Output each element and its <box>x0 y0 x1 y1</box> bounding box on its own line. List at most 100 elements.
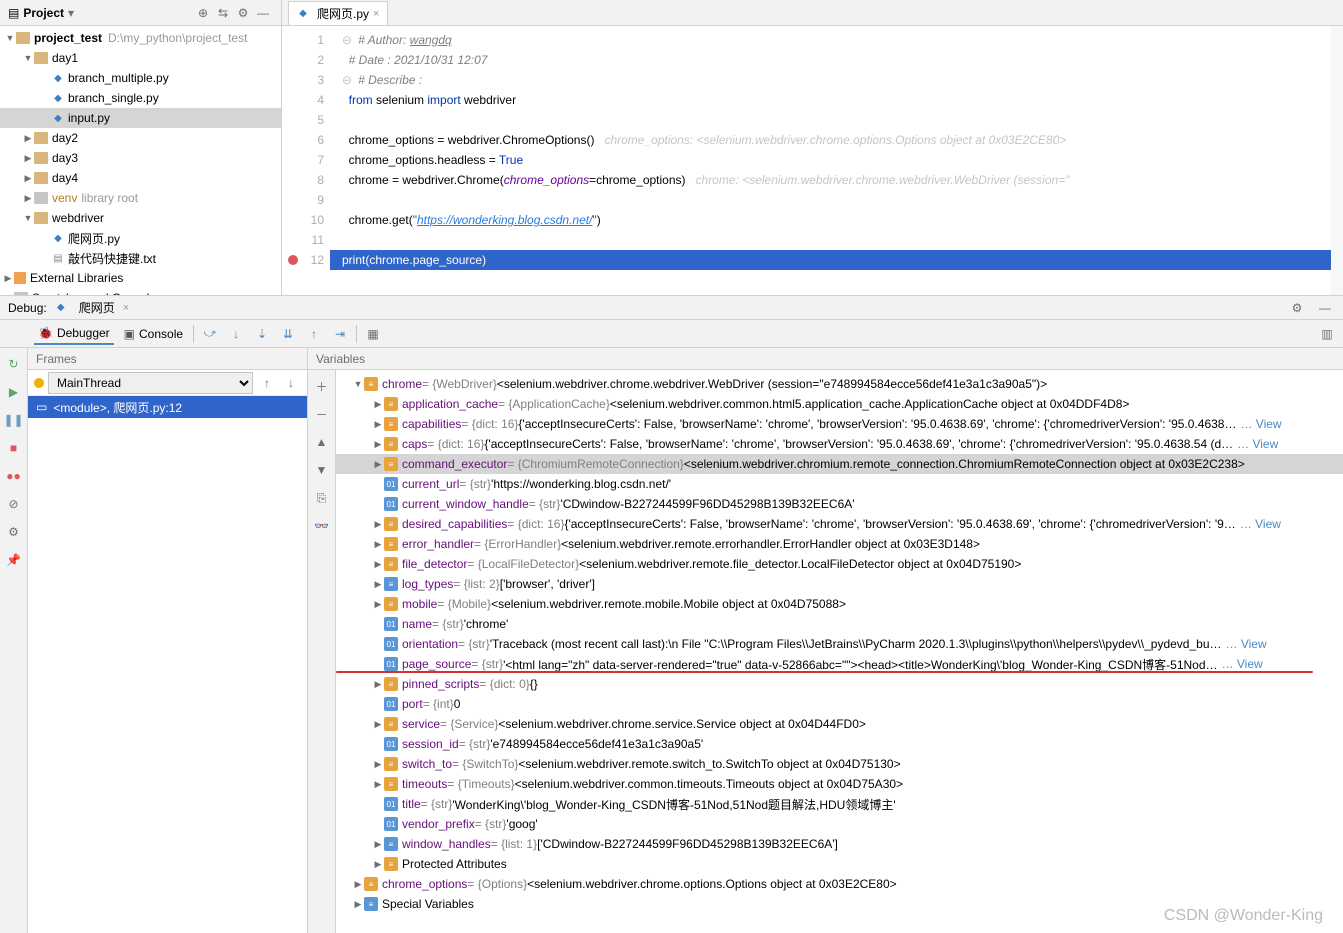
tree-item[interactable]: ◆branch_multiple.py <box>0 68 281 88</box>
step-into-icon[interactable]: ↓ <box>226 324 246 344</box>
close-icon[interactable]: × <box>123 302 129 314</box>
variables-tree[interactable]: ▼≡chrome = {WebDriver} <selenium.webdriv… <box>336 370 1343 933</box>
frame-icon: ▭ <box>36 400 47 414</box>
thread-status-icon <box>34 378 44 388</box>
var-row[interactable]: ▶≡command_executor = {ChromiumRemoteConn… <box>336 454 1343 474</box>
tree-item[interactable]: ▼webdriver <box>0 208 281 228</box>
remove-watch-icon[interactable]: － <box>312 404 332 424</box>
step-into-my-icon[interactable]: ⇣ <box>252 324 272 344</box>
var-row[interactable]: ▶≡desired_capabilities = {dict: 16} {'ac… <box>336 514 1343 534</box>
var-row[interactable]: 01page_source = {str} '<html lang="zh" d… <box>336 654 1343 674</box>
var-row[interactable]: 01current_window_handle = {str} 'CDwindo… <box>336 494 1343 514</box>
var-row[interactable]: ▶≡capabilities = {dict: 16} {'acceptInse… <box>336 414 1343 434</box>
evaluate-icon[interactable]: ▦ <box>363 324 383 344</box>
python-icon: ◆ <box>297 8 309 20</box>
debug-header: Debug: ◆ 爬网页 × ⚙ — <box>0 296 1343 320</box>
code-editor[interactable]: 123456789101112 ⊖# Author: wangdq # Date… <box>282 26 1343 295</box>
code-content[interactable]: ⊖# Author: wangdq # Date : 2021/10/31 12… <box>330 26 1343 295</box>
scratches[interactable]: Scratches and Consoles <box>0 288 281 295</box>
debug-toolbar: 🐞Debugger ▣Console ⤻ ↓ ⇣ ⇊ ↑ ⇥ ▦ ▥ <box>0 320 1343 348</box>
var-row[interactable]: ▶≡Special Variables <box>336 894 1343 914</box>
run-to-cursor-icon[interactable]: ⇥ <box>330 324 350 344</box>
gear-icon[interactable]: ⚙ <box>1287 298 1307 318</box>
var-row[interactable]: 01port = {int} 0 <box>336 694 1343 714</box>
var-row[interactable]: 01name = {str} 'chrome' <box>336 614 1343 634</box>
var-row[interactable]: ▶≡service = {Service} <selenium.webdrive… <box>336 714 1343 734</box>
var-row[interactable]: 01title = {str} 'WonderKing\'blog_Wonder… <box>336 794 1343 814</box>
prev-frame-icon[interactable]: ↑ <box>257 373 277 393</box>
editor-area: ◆ 爬网页.py × 123456789101112 ⊖# Author: wa… <box>282 0 1343 295</box>
tree-item[interactable]: ▶day3 <box>0 148 281 168</box>
pause-icon[interactable]: ❚❚ <box>4 410 24 430</box>
editor-tab-bar: ◆ 爬网页.py × <box>282 0 1343 26</box>
project-tree[interactable]: ▼ project_test D:\my_python\project_test… <box>0 26 281 295</box>
tree-item[interactable]: ▶day4 <box>0 168 281 188</box>
var-row[interactable]: ▶≡switch_to = {SwitchTo} <selenium.webdr… <box>336 754 1343 774</box>
var-row[interactable]: ▶≡mobile = {Mobile} <selenium.webdriver.… <box>336 594 1343 614</box>
external-libraries[interactable]: ▶ External Libraries <box>0 268 281 288</box>
step-over-icon[interactable]: ⤻ <box>200 324 220 344</box>
var-row[interactable]: 01orientation = {str} 'Traceback (most r… <box>336 634 1343 654</box>
breakpoints-icon[interactable]: ●● <box>4 466 24 486</box>
var-row[interactable]: 01session_id = {str} 'e748994584ecce56de… <box>336 734 1343 754</box>
var-row[interactable]: ▶≡window_handles = {list: 1} ['CDwindow-… <box>336 834 1343 854</box>
var-row[interactable]: ▶≡file_detector = {LocalFileDetector} <s… <box>336 554 1343 574</box>
scratch-icon <box>14 292 28 295</box>
scrollbar[interactable] <box>1331 26 1343 295</box>
var-row[interactable]: ▶≡timeouts = {Timeouts} <selenium.webdri… <box>336 774 1343 794</box>
up-icon[interactable]: ▲ <box>312 432 332 452</box>
layout-icon[interactable]: ▥ <box>1317 324 1337 344</box>
close-icon[interactable]: × <box>373 8 379 20</box>
var-row[interactable]: ▶≡application_cache = {ApplicationCache}… <box>336 394 1343 414</box>
tree-item[interactable]: ▶day2 <box>0 128 281 148</box>
tree-item[interactable]: ▼day1 <box>0 48 281 68</box>
pin-icon[interactable]: 📌 <box>4 550 24 570</box>
hide-icon[interactable]: — <box>1315 298 1335 318</box>
var-row[interactable]: ▶≡error_handler = {ErrorHandler} <seleni… <box>336 534 1343 554</box>
tree-item[interactable]: ◆branch_single.py <box>0 88 281 108</box>
rerun-icon[interactable]: ↻ <box>4 354 24 374</box>
force-step-icon[interactable]: ⇊ <box>278 324 298 344</box>
gutter[interactable]: 123456789101112 <box>282 26 330 295</box>
tree-item[interactable]: ◆爬网页.py <box>0 228 281 248</box>
variables-panel: Variables ＋ － ▲ ▼ ⎘ 👓 ▼≡chrome = {WebDri… <box>308 348 1343 933</box>
var-row[interactable]: ▼≡chrome = {WebDriver} <selenium.webdriv… <box>336 374 1343 394</box>
tree-item[interactable]: ▤敲代码快捷键.txt <box>0 248 281 268</box>
project-tool-window: ▤ Project ▾ ⊕ ⇆ ⚙ — ▼ project_test D:\my… <box>0 0 282 295</box>
locate-icon[interactable]: ⊕ <box>193 3 213 23</box>
editor-tab[interactable]: ◆ 爬网页.py × <box>288 1 388 25</box>
down-icon[interactable]: ▼ <box>312 460 332 480</box>
add-watch-icon[interactable]: ＋ <box>312 376 332 396</box>
project-header: ▤ Project ▾ ⊕ ⇆ ⚙ — <box>0 0 281 26</box>
var-row[interactable]: ▶≡log_types = {list: 2} ['browser', 'dri… <box>336 574 1343 594</box>
resume-icon[interactable]: ▶ <box>4 382 24 402</box>
stop-icon[interactable]: ■ <box>4 438 24 458</box>
project-title: Project <box>23 6 64 20</box>
frame-item[interactable]: ▭ <module>, 爬网页.py:12 <box>28 396 307 418</box>
dropdown-icon[interactable]: ▾ <box>68 6 74 20</box>
var-row[interactable]: 01vendor_prefix = {str} 'goog' <box>336 814 1343 834</box>
tab-console[interactable]: ▣Console <box>120 323 187 345</box>
var-row[interactable]: ▶≡chrome_options = {Options} <selenium.w… <box>336 874 1343 894</box>
var-row[interactable]: ▶≡pinned_scripts = {dict: 0} {} <box>336 674 1343 694</box>
copy-icon[interactable]: ⎘ <box>312 488 332 508</box>
tab-debugger[interactable]: 🐞Debugger <box>34 323 114 345</box>
hide-icon[interactable]: — <box>253 3 273 23</box>
var-row[interactable]: 01current_url = {str} 'https://wonderkin… <box>336 474 1343 494</box>
gear-icon[interactable]: ⚙ <box>233 3 253 23</box>
step-out-icon[interactable]: ↑ <box>304 324 324 344</box>
mute-bp-icon[interactable]: ⊘ <box>4 494 24 514</box>
expand-icon[interactable]: ⇆ <box>213 3 233 23</box>
watches-icon[interactable]: 👓 <box>312 516 332 536</box>
settings-icon[interactable]: ⚙ <box>4 522 24 542</box>
tree-item[interactable]: ▶venvlibrary root <box>0 188 281 208</box>
tree-item[interactable]: ◆input.py <box>0 108 281 128</box>
variables-title: Variables <box>308 348 1343 370</box>
tree-root[interactable]: ▼ project_test D:\my_python\project_test <box>0 28 281 48</box>
thread-select[interactable]: MainThread <box>48 372 253 394</box>
var-row[interactable]: ▶≡Protected Attributes <box>336 854 1343 874</box>
vars-toolbar: ＋ － ▲ ▼ ⎘ 👓 <box>308 370 336 933</box>
next-frame-icon[interactable]: ↓ <box>281 373 301 393</box>
python-icon: ◆ <box>55 302 67 314</box>
var-row[interactable]: ▶≡caps = {dict: 16} {'acceptInsecureCert… <box>336 434 1343 454</box>
